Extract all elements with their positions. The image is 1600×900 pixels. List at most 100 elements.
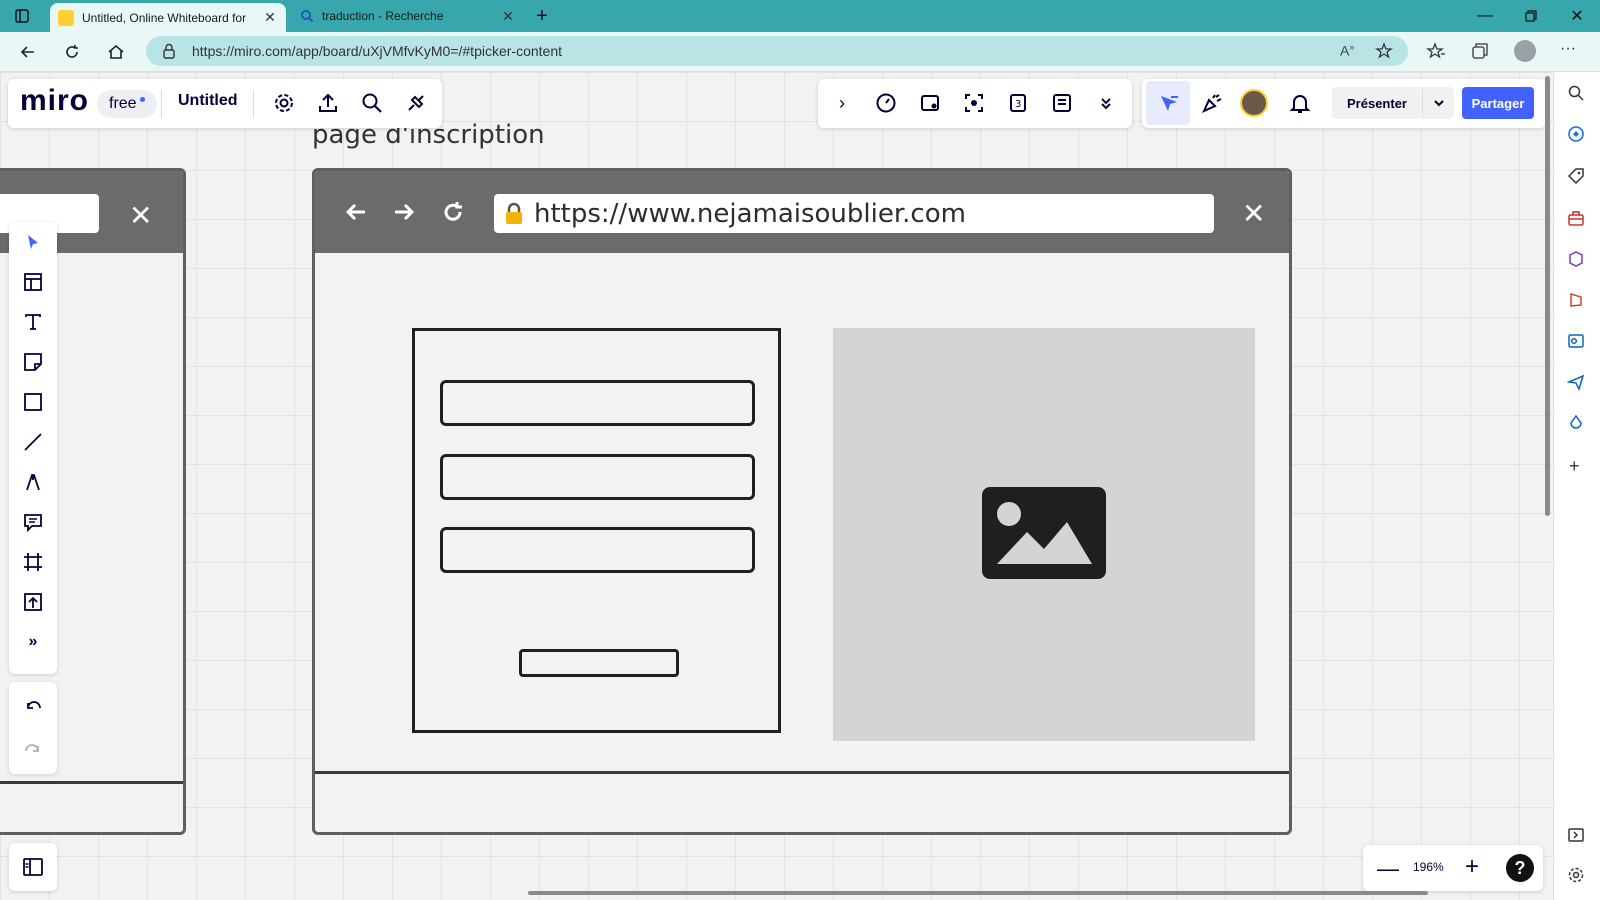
hide-sidebar-icon[interactable] [1567,826,1585,844]
more-tools-icon[interactable]: » [11,620,55,664]
reload-icon [440,199,466,225]
pen-tool-icon[interactable] [11,460,55,504]
form-field-3 [440,527,755,573]
miro-favicon-icon [58,9,74,26]
divider [0,781,183,784]
toolbox-icon[interactable] [1567,209,1585,227]
tab-title: traduction - Recherche [322,9,444,23]
frames-panel-toggle[interactable] [9,843,57,891]
profile-icon[interactable] [1514,40,1536,62]
sidebar-settings-icon[interactable] [1567,866,1585,884]
divider [161,90,162,118]
present-button[interactable]: Présenter [1332,87,1422,119]
new-tab-icon[interactable]: + [530,6,554,26]
tab-search[interactable]: traduction - Recherche ✕ [292,0,524,32]
chevron-down-icon [1433,100,1444,107]
arrow-right-icon [391,199,417,225]
chevron-double-down-icon[interactable] [1084,81,1128,125]
mock-close-icon: ✕ [1242,198,1266,229]
svg-text:3: 3 [1015,99,1021,110]
sidebar-search-icon[interactable] [1567,84,1585,102]
form-submit-button [519,649,679,677]
tab-actions-icon[interactable] [12,6,36,26]
comment-tool-icon[interactable] [11,500,55,544]
frame-tool-icon[interactable] [11,540,55,584]
text-tool-icon[interactable] [11,300,55,344]
close-x-icon: ✕ [129,200,153,231]
zoom-in-icon[interactable]: + [1465,853,1479,881]
cursor-toggle-icon[interactable] [1146,81,1190,125]
read-aloud-icon[interactable]: A» [1340,42,1354,59]
games-icon[interactable] [1567,250,1585,268]
more-menu-icon[interactable]: ··· [1560,40,1576,58]
zoom-level[interactable]: 196% [1413,860,1444,874]
chevron-right-icon[interactable]: › [820,81,864,125]
upload-tool-icon[interactable] [11,580,55,624]
plugin-icon[interactable] [394,81,438,125]
plan-badge[interactable]: free [97,90,157,118]
close-tab-icon[interactable]: ✕ [262,9,278,26]
timer-icon[interactable] [864,81,908,125]
voting-icon[interactable]: 3 [996,81,1040,125]
restore-icon[interactable] [1508,0,1554,32]
refresh-icon[interactable] [62,42,82,62]
shape-tool-icon[interactable] [11,380,55,424]
present-dropdown[interactable] [1422,87,1454,119]
minimize-icon[interactable]: — [1462,0,1508,32]
arrow-left-icon [343,199,369,225]
add-favorite-icon[interactable] [1374,41,1394,61]
celebrate-icon[interactable] [1190,81,1234,125]
zoom-out-icon[interactable]: — [1377,856,1399,882]
back-icon[interactable] [18,42,38,62]
export-icon[interactable] [306,81,350,125]
redo-icon[interactable] [11,728,55,772]
wireframe-browser[interactable]: https://www.nejamaisoublier.com ✕ [312,168,1292,835]
form-box [412,328,781,733]
image-icon [982,487,1106,579]
focus-icon[interactable] [952,81,996,125]
home-icon[interactable] [106,42,126,62]
tag-icon[interactable] [1567,167,1585,185]
lock-icon[interactable] [162,43,176,59]
url-text: https://miro.com/app/board/uXjVMfvKyM0=/… [192,43,562,59]
templates-icon[interactable] [11,260,55,304]
bell-icon[interactable] [1278,81,1322,125]
tab-miro[interactable]: Untitled, Online Whiteboard for ✕ [50,3,286,32]
help-button[interactable]: ? [1506,854,1534,882]
close-window-icon[interactable]: ✕ [1554,0,1600,32]
settings-icon[interactable] [262,81,306,125]
line-tool-icon[interactable] [11,420,55,464]
vertical-scrollbar[interactable] [1545,76,1550,516]
select-cursor-icon[interactable] [11,220,55,264]
outlook-icon[interactable] [1567,332,1585,350]
mock-lock-icon [504,202,524,226]
video-icon[interactable] [908,81,952,125]
copilot-icon[interactable] [1567,125,1585,143]
share-button[interactable]: Partager [1462,87,1534,119]
url-field[interactable]: https://miro.com/app/board/uXjVMfvKyM0=/… [146,36,1408,66]
form-field-1 [440,380,755,426]
undo-icon[interactable] [11,685,55,729]
miro-logo[interactable]: miro [20,84,89,118]
horizontal-scrollbar[interactable] [528,891,1428,895]
board-title[interactable]: Untitled [178,92,238,110]
search-icon[interactable] [350,81,394,125]
notes-icon[interactable] [1040,81,1084,125]
sticky-note-icon[interactable] [11,340,55,384]
favorites-icon[interactable] [1426,41,1446,61]
divider [315,771,1289,774]
badge-dot-icon [139,96,145,102]
mock-url-box: https://www.nejamaisoublier.com [494,194,1214,233]
collections-icon[interactable] [1470,41,1490,61]
send-icon[interactable] [1567,373,1585,391]
tab-title: Untitled, Online Whiteboard for [82,10,247,25]
image-placeholder [833,328,1255,741]
drop-icon[interactable] [1567,414,1585,432]
form-field-2 [440,454,755,500]
close-tab-icon[interactable]: ✕ [500,8,516,24]
avatar[interactable] [1240,89,1268,117]
add-sidebar-app-icon[interactable]: + [1569,456,1580,477]
mock-url-text: https://www.nejamaisoublier.com [534,198,966,229]
search-favicon-icon [300,9,314,23]
office-icon[interactable] [1567,291,1585,309]
